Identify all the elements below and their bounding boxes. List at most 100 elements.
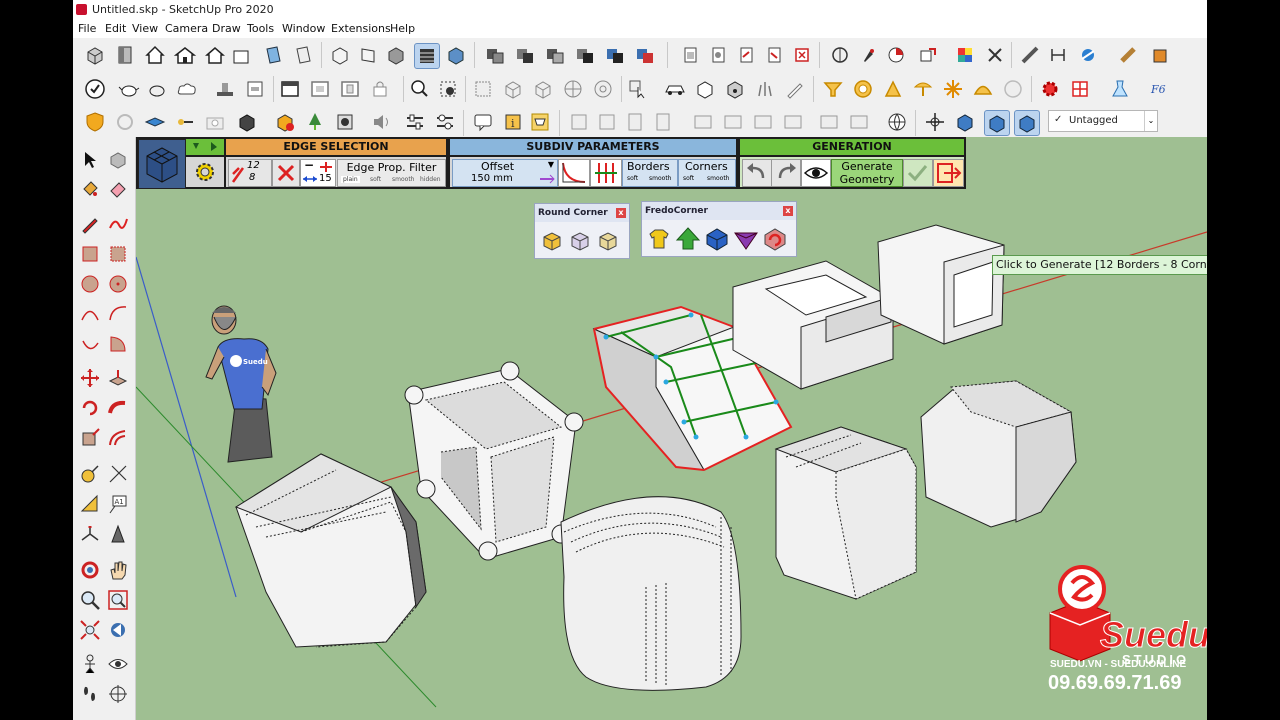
bubble-search-icon[interactable] bbox=[408, 77, 432, 101]
tag-dropdown[interactable]: ✓ Untagged ⌄ bbox=[1048, 110, 1158, 132]
round-corner-btn-3[interactable] bbox=[597, 230, 619, 256]
fredocorner-btn-5[interactable] bbox=[762, 226, 788, 256]
speaker-icon[interactable] bbox=[369, 110, 393, 134]
add-component-icon[interactable] bbox=[273, 110, 297, 134]
edge-prop-filter[interactable]: Edge Prop. Filter plain soft smooth hidd… bbox=[337, 159, 446, 187]
select-cursor-icon[interactable] bbox=[626, 77, 650, 101]
chat-icon[interactable] bbox=[471, 110, 495, 134]
fredocorner-btn-2[interactable] bbox=[675, 226, 701, 256]
copy-icon[interactable] bbox=[706, 43, 730, 67]
check-circle-icon[interactable] bbox=[83, 77, 107, 101]
menu-view[interactable]: View bbox=[132, 22, 158, 35]
paint-bucket-icon[interactable] bbox=[1116, 43, 1140, 67]
2pt-arc-icon[interactable] bbox=[107, 303, 129, 325]
corners-toggle[interactable]: Corners soft smooth bbox=[678, 159, 736, 187]
key-icon[interactable] bbox=[173, 110, 197, 134]
redo-history-icon[interactable] bbox=[762, 43, 786, 67]
offset-icon[interactable] bbox=[107, 427, 129, 449]
round-corner-close-icon[interactable]: x bbox=[616, 208, 626, 218]
disc-icon[interactable] bbox=[1001, 77, 1025, 101]
menu-help[interactable]: Help bbox=[390, 22, 415, 35]
move-cross-icon[interactable] bbox=[319, 161, 333, 173]
fredocorner-btn-4[interactable] bbox=[733, 226, 759, 256]
sphere-ring-icon[interactable] bbox=[591, 77, 615, 101]
circle-icon[interactable] bbox=[79, 273, 101, 295]
redo-button[interactable] bbox=[771, 159, 801, 187]
model-viewport[interactable]: Suedu EDGE SELECTION 12 8 − 15 Edge Prop… bbox=[136, 137, 1207, 720]
polygon-icon[interactable] bbox=[107, 273, 129, 295]
paste-icon[interactable] bbox=[678, 43, 702, 67]
share-model-icon[interactable] bbox=[173, 43, 197, 67]
offset-slider-icon[interactable] bbox=[539, 174, 555, 184]
funnel-icon[interactable] bbox=[821, 77, 845, 101]
opening-icon[interactable] bbox=[338, 77, 362, 101]
globe-icon[interactable] bbox=[885, 110, 909, 134]
cart-icon[interactable] bbox=[528, 110, 552, 134]
follow-me-icon[interactable] bbox=[107, 397, 129, 419]
edge-spinner[interactable]: − 15 bbox=[300, 158, 336, 187]
protractor-icon[interactable] bbox=[828, 43, 852, 67]
fredocorner-header[interactable]: FredoCorner x bbox=[642, 202, 796, 220]
section-display-icon[interactable] bbox=[573, 43, 597, 67]
menu-extensions[interactable]: Extensions bbox=[331, 22, 391, 35]
borders-toggle[interactable]: Borders soft smooth bbox=[622, 159, 678, 187]
gear-sun-icon[interactable] bbox=[186, 157, 224, 187]
sliders-alt-icon[interactable] bbox=[433, 110, 457, 134]
pie-icon[interactable] bbox=[884, 43, 908, 67]
triangle-icon[interactable] bbox=[881, 77, 905, 101]
top-view-icon[interactable] bbox=[291, 43, 315, 67]
blue-cube-active-icon[interactable] bbox=[984, 110, 1010, 136]
text-icon[interactable]: A1 bbox=[107, 493, 129, 515]
home-view-icon[interactable] bbox=[203, 43, 227, 67]
previous-view-icon[interactable] bbox=[107, 619, 129, 641]
borders-opt-smooth[interactable]: smooth bbox=[649, 175, 671, 182]
qf-arrows-icon[interactable] bbox=[186, 139, 224, 155]
dots-select-icon[interactable] bbox=[436, 77, 460, 101]
section-cut-icon[interactable] bbox=[543, 43, 567, 67]
shield-icon[interactable] bbox=[83, 110, 107, 134]
iso-view-icon[interactable] bbox=[261, 43, 285, 67]
position-camera-icon[interactable] bbox=[79, 653, 101, 675]
axes-icon[interactable] bbox=[923, 110, 947, 134]
window-frame-icon[interactable] bbox=[278, 77, 302, 101]
pie-tool-icon[interactable] bbox=[107, 333, 129, 355]
extension-warehouse-icon[interactable] bbox=[228, 43, 252, 67]
wire-cube-2-icon[interactable] bbox=[501, 77, 525, 101]
materials-icon[interactable] bbox=[113, 43, 137, 67]
components-icon[interactable] bbox=[83, 43, 107, 67]
apply-button[interactable] bbox=[903, 159, 933, 187]
pan-hand-icon[interactable] bbox=[107, 559, 129, 581]
doc-1-icon[interactable] bbox=[567, 110, 591, 134]
layers-icon[interactable] bbox=[483, 43, 507, 67]
line-pencil-icon[interactable] bbox=[79, 213, 101, 235]
fredo6-icon[interactable]: F6 bbox=[1148, 77, 1172, 101]
menu-edit[interactable]: Edit bbox=[105, 22, 126, 35]
wire-cube-1-icon[interactable] bbox=[471, 77, 495, 101]
generate-geometry-button[interactable]: Generate Geometry bbox=[831, 159, 903, 187]
freehand-icon[interactable] bbox=[107, 213, 129, 235]
mushroom-icon[interactable] bbox=[911, 77, 935, 101]
menu-file[interactable]: File bbox=[78, 22, 96, 35]
doc-7-icon[interactable] bbox=[751, 110, 775, 134]
move-icon[interactable] bbox=[79, 367, 101, 389]
grass-icon[interactable] bbox=[753, 77, 777, 101]
zoom-extents-icon[interactable] bbox=[79, 619, 101, 641]
export-icon[interactable] bbox=[916, 43, 940, 67]
push-pull-icon[interactable] bbox=[107, 367, 129, 389]
front-view-icon[interactable] bbox=[328, 43, 352, 67]
ring-icon[interactable] bbox=[851, 77, 875, 101]
scale-icon[interactable] bbox=[79, 427, 101, 449]
undo-history-icon[interactable] bbox=[734, 43, 758, 67]
sandbox-icon[interactable] bbox=[983, 43, 1007, 67]
info-icon[interactable]: i bbox=[501, 110, 525, 134]
cloud-icon[interactable] bbox=[175, 77, 199, 101]
menu-camera[interactable]: Camera bbox=[165, 22, 208, 35]
tray-icon[interactable] bbox=[143, 110, 167, 134]
rotated-rectangle-icon[interactable] bbox=[107, 243, 129, 265]
caret-down-icon[interactable]: ▼ bbox=[548, 160, 554, 169]
right-view-icon[interactable] bbox=[356, 43, 380, 67]
pencil-icon[interactable] bbox=[783, 77, 807, 101]
camera-tools-icon[interactable] bbox=[633, 43, 657, 67]
axes-tool-icon[interactable] bbox=[79, 523, 101, 545]
tape-icon[interactable] bbox=[1018, 43, 1042, 67]
